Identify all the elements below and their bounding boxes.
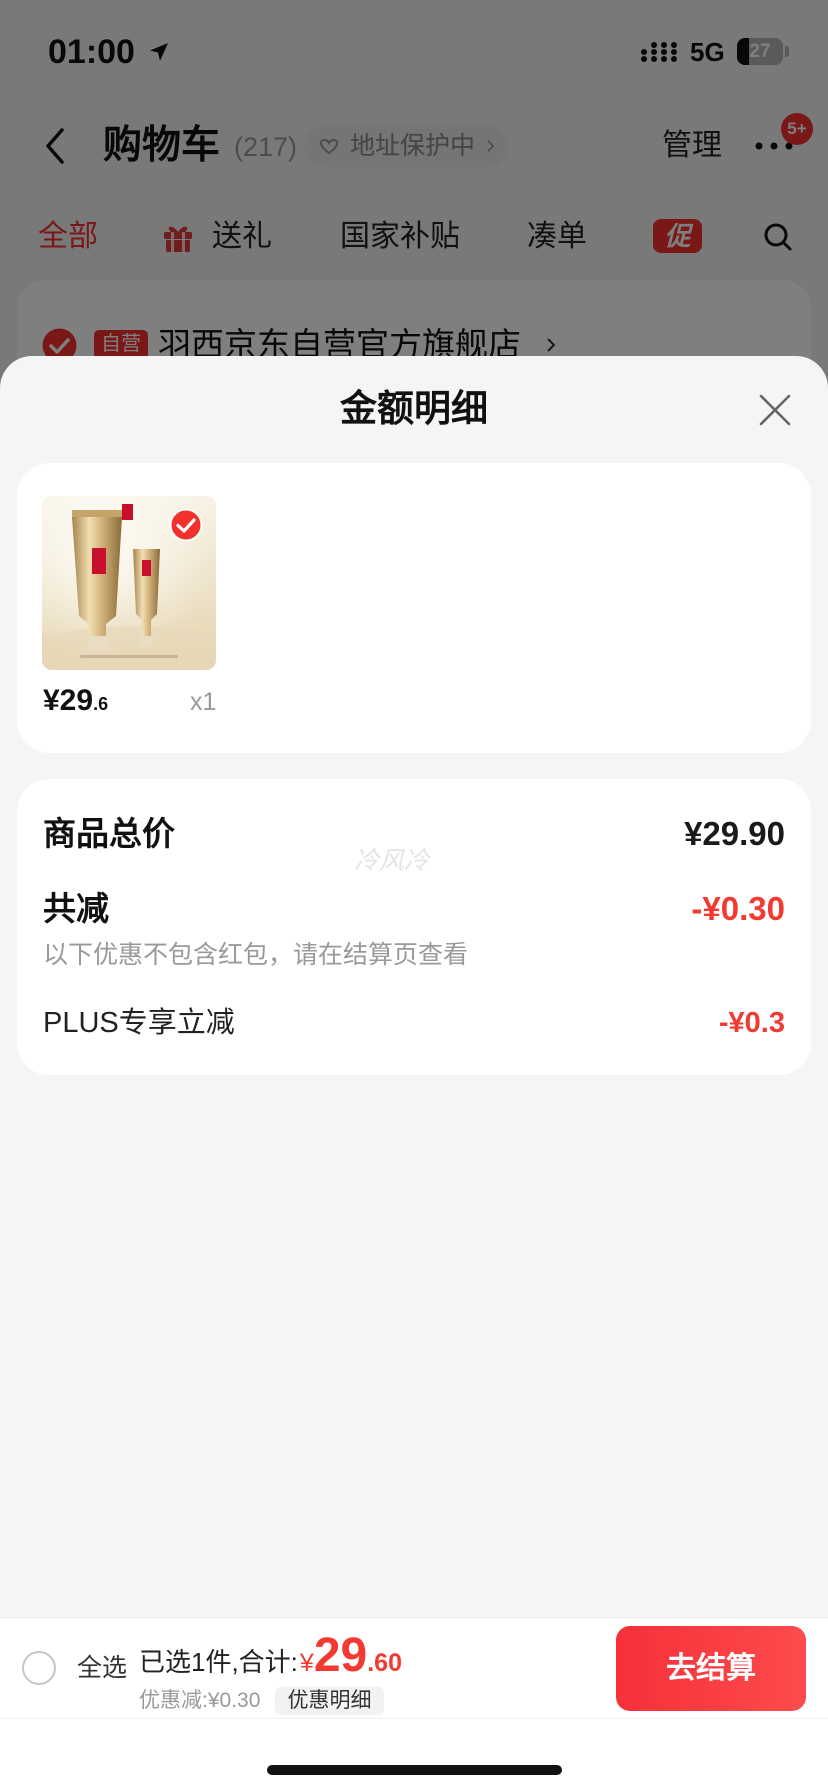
product-price-decimal: .6	[93, 694, 109, 714]
cart-screen: 01:00 5G 27 购物车 (217) 地址保护	[0, 0, 828, 1792]
total-integer: 29	[313, 1629, 368, 1682]
plus-discount-label: PLUS专享立减	[43, 1007, 235, 1039]
product-selected-check-icon[interactable]	[169, 508, 203, 542]
select-all-label[interactable]: 全选	[77, 1653, 127, 1683]
product-price: ¥29.6	[43, 683, 108, 724]
total-decimal: .60	[367, 1649, 402, 1677]
discount-detail-button[interactable]: 优惠明细	[275, 1687, 384, 1715]
watermark: 冷风冷	[354, 847, 430, 875]
discount-label: 共减	[43, 890, 109, 927]
selected-summary: 已选1件,合计:	[139, 1647, 298, 1677]
product-image[interactable]	[42, 496, 216, 670]
total-currency: ¥	[299, 1649, 314, 1677]
total-summary: 已选1件,合计: ¥ 29 .60	[139, 1628, 402, 1684]
product-price-integer: ¥29	[43, 684, 94, 717]
close-icon[interactable]	[758, 393, 792, 427]
discount-summary: 优惠减:¥0.30	[139, 1689, 261, 1712]
product-quantity: x1	[190, 688, 217, 716]
divider	[0, 1718, 828, 1719]
checkout-bar: 全选 已选1件,合计: ¥ 29 .60 优惠减:¥0.30 优惠明细 去结算	[0, 1617, 828, 1792]
brand-logo	[122, 504, 133, 520]
select-all-checkbox[interactable]	[22, 1651, 56, 1685]
total-price-value: ¥29.90	[684, 815, 785, 852]
amount-detail-sheet: 金额明细 ¥29.6 x1 商品总价 ¥29.90 冷风冷 共减 -¥0.30 …	[0, 356, 828, 1792]
discount-value: -¥0.30	[691, 890, 785, 927]
plus-discount-value: -¥0.3	[718, 1007, 785, 1039]
products-card: ¥29.6 x1	[17, 463, 811, 753]
discount-note: 以下优惠不包含红包，请在结算页查看	[43, 941, 469, 969]
sheet-title: 金额明细	[340, 388, 488, 429]
total-price-label: 商品总价	[43, 815, 175, 852]
price-summary-card: 商品总价 ¥29.90 冷风冷 共减 -¥0.30 以下优惠不包含红包，请在结算…	[17, 779, 811, 1075]
checkout-button[interactable]: 去结算	[616, 1626, 806, 1711]
home-indicator[interactable]	[267, 1765, 562, 1775]
